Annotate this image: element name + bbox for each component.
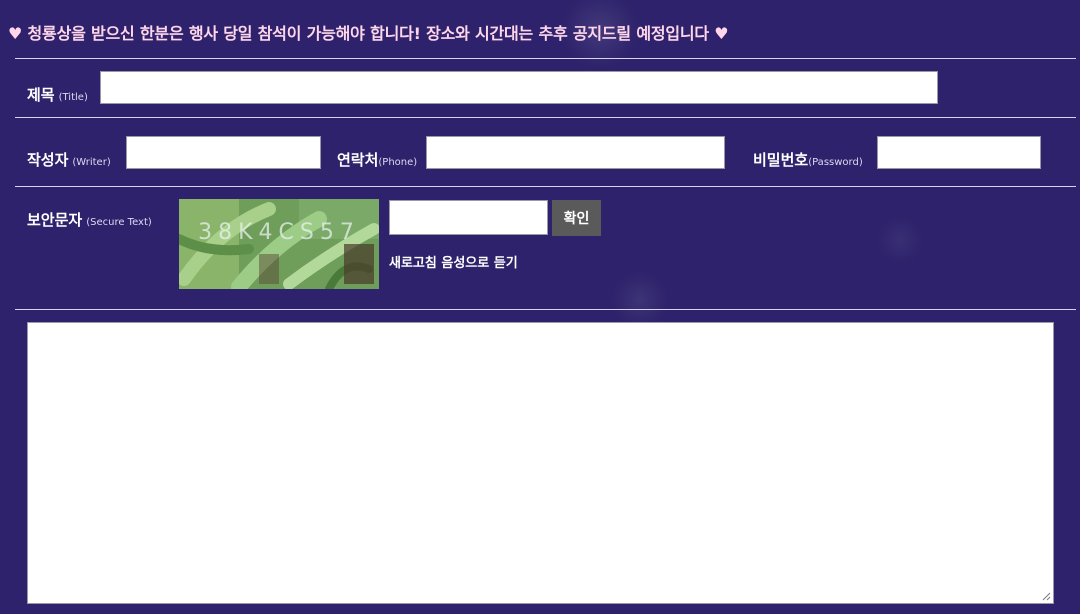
refresh-captcha-link[interactable]: 새로고침	[389, 256, 437, 271]
password-label-sub: (Password)	[808, 157, 863, 168]
phone-input[interactable]	[426, 136, 725, 169]
resize-grip-icon[interactable]	[1042, 592, 1051, 601]
phone-label-text: 연락처	[337, 151, 379, 169]
writer-label-sub: (Writer)	[72, 157, 111, 168]
divider	[15, 309, 1076, 310]
divider	[15, 186, 1076, 187]
captcha-links: 새로고침 음성으로 듣기	[389, 252, 518, 271]
content-textarea[interactable]	[27, 322, 1054, 604]
divider	[15, 117, 1076, 118]
title-label: 제목 (Title)	[27, 84, 88, 105]
heart-icon: ♥	[714, 24, 729, 43]
password-label: 비밀번호(Password)	[753, 149, 863, 170]
password-label-text: 비밀번호	[753, 151, 809, 169]
notice-banner: ♥ 청룡상을 받으신 한분은 행사 당일 참석이 가능해야 합니다! 장소와 시…	[8, 20, 729, 44]
secure-label: 보안문자 (Secure Text)	[27, 209, 152, 230]
confirm-button[interactable]: 확인	[552, 200, 601, 236]
captcha-text: 38K4CS57	[198, 220, 360, 245]
writer-label: 작성자 (Writer)	[27, 149, 111, 170]
captcha-image: 38K4CS57	[179, 199, 379, 289]
title-label-sub: (Title)	[58, 92, 88, 103]
secure-label-text: 보안문자	[27, 211, 83, 229]
password-input[interactable]	[877, 136, 1041, 169]
divider	[15, 58, 1076, 59]
title-label-text: 제목	[27, 86, 55, 104]
captcha-input[interactable]	[389, 200, 548, 235]
audio-captcha-link[interactable]: 음성으로 듣기	[441, 256, 517, 271]
title-input[interactable]	[100, 71, 938, 104]
phone-label-sub: (Phone)	[378, 157, 418, 168]
phone-label: 연락처(Phone)	[337, 149, 417, 170]
writer-label-text: 작성자	[27, 151, 69, 169]
notice-text: 청룡상을 받으신 한분은 행사 당일 참석이 가능해야 합니다! 장소와 시간대…	[27, 24, 710, 43]
secure-label-sub: (Secure Text)	[86, 217, 152, 228]
writer-input[interactable]	[126, 136, 321, 169]
heart-icon: ♥	[8, 24, 23, 43]
